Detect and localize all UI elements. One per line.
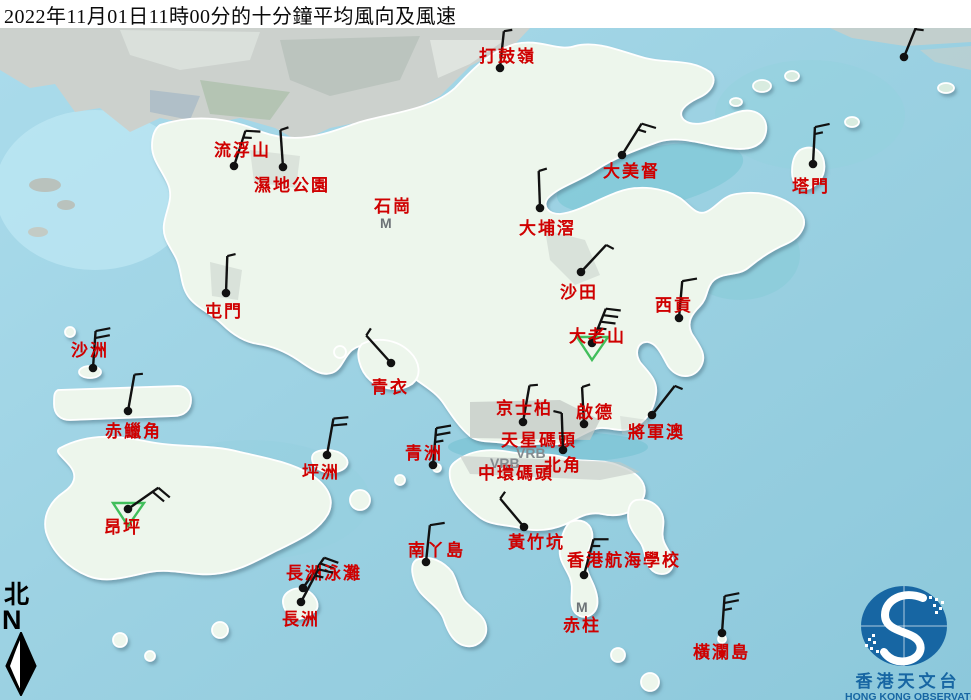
station-label: 青衣 xyxy=(371,377,409,397)
wind-barb-tick xyxy=(333,417,348,418)
station-label: 啟德 xyxy=(576,402,614,422)
station-label: 坪洲 xyxy=(302,463,340,482)
station-label: 濕地公園 xyxy=(254,175,330,195)
wind-barb-tick xyxy=(435,441,443,442)
station-dot xyxy=(222,289,231,298)
north-arrow-icon xyxy=(2,632,40,696)
station-label: 北角 xyxy=(544,455,582,475)
station-label: 大美督 xyxy=(603,161,660,181)
station-label: 西貢 xyxy=(655,296,693,315)
station-label: 沙田 xyxy=(560,283,598,302)
north-indicator: 北 N xyxy=(2,584,42,700)
station-dot xyxy=(618,151,627,160)
station-label: 長洲 xyxy=(282,610,320,629)
station-dot xyxy=(279,163,288,172)
station-label: 南丫島 xyxy=(408,540,465,560)
station-dot xyxy=(900,53,909,62)
hko-logo-icon xyxy=(845,584,971,668)
station-dot xyxy=(124,505,133,514)
station-status-m: M xyxy=(380,215,392,231)
station-label: 黃竹坑 xyxy=(507,532,565,552)
wind-barb-tick xyxy=(134,374,142,375)
title-bar: 2022年11月01日11時00分的十分鐘平均風向及風速 xyxy=(0,0,971,28)
station-dot xyxy=(536,204,545,213)
hko-name-chinese: 香港天文台 xyxy=(845,673,971,691)
hko-name-english: HONG KONG OBSERVATORY xyxy=(845,691,971,700)
page-title: 2022年11月01日11時00分的十分鐘平均風向及風速 xyxy=(0,0,457,29)
station-label: 將軍澳 xyxy=(628,422,685,442)
hko-logo: 香港天文台 HONG KONG OBSERVATORY xyxy=(845,584,971,700)
station-label: 橫瀾島 xyxy=(693,642,750,662)
hko-wind-map-page: 打鼓嶺流浮山濕地公園石崗M大美督塔門大埔滘沙田西貢大老山屯門沙洲赤鱲角青衣京士柏… xyxy=(0,0,971,700)
station-label: 赤柱 xyxy=(563,615,601,635)
station-dot xyxy=(520,523,529,532)
hong-kong-map: 打鼓嶺流浮山濕地公園石崗M大美督塔門大埔滘沙田西貢大老山屯門沙洲赤鱲角青衣京士柏… xyxy=(0,0,971,700)
station-label: 京士柏 xyxy=(496,398,553,418)
station-dot xyxy=(648,411,657,420)
north-letter-label: N xyxy=(2,608,42,632)
station-dot xyxy=(809,160,818,169)
station-label: 沙洲 xyxy=(71,341,109,360)
wind-barb-tick xyxy=(915,29,923,30)
station-label: 大老山 xyxy=(569,326,626,346)
station-label: 赤鱲角 xyxy=(105,421,162,441)
station-label: 長洲泳灘 xyxy=(286,563,362,583)
station-dot xyxy=(323,451,332,460)
station-status-m: M xyxy=(576,599,588,615)
station-label: 石崗 xyxy=(373,197,412,216)
station-status-vrb: VRB xyxy=(490,455,520,471)
wind-barb-tick xyxy=(332,424,347,425)
station-dot xyxy=(519,418,528,427)
wind-barb-tick xyxy=(245,131,260,132)
wind-barb-tick xyxy=(504,30,512,31)
wind-barb-tick xyxy=(529,385,537,386)
station-label: 昂坪 xyxy=(104,518,142,537)
station-label: 塔門 xyxy=(792,176,830,196)
wind-barb-staff xyxy=(226,256,227,293)
station-dot xyxy=(89,364,98,373)
station-label: 流浮山 xyxy=(214,140,271,160)
station-dot xyxy=(577,268,586,277)
station-label: 香港航海學校 xyxy=(567,550,681,570)
station-dot xyxy=(230,162,239,171)
station-dot xyxy=(718,629,727,638)
station-dot xyxy=(297,598,306,607)
wind-barb-staff xyxy=(562,413,563,450)
station-dot xyxy=(580,571,589,580)
station-label: 打鼓嶺 xyxy=(479,46,536,66)
station-label: 大埔滘 xyxy=(519,218,576,238)
station-label: 屯門 xyxy=(205,301,243,321)
airport-island xyxy=(54,386,191,420)
station-dot xyxy=(559,446,568,455)
station-status-vrb: VRB xyxy=(516,445,546,461)
station-dot xyxy=(387,359,396,368)
station-label: 青洲 xyxy=(405,443,443,463)
station-dot xyxy=(124,407,133,416)
wind-barb-staff xyxy=(539,171,540,208)
